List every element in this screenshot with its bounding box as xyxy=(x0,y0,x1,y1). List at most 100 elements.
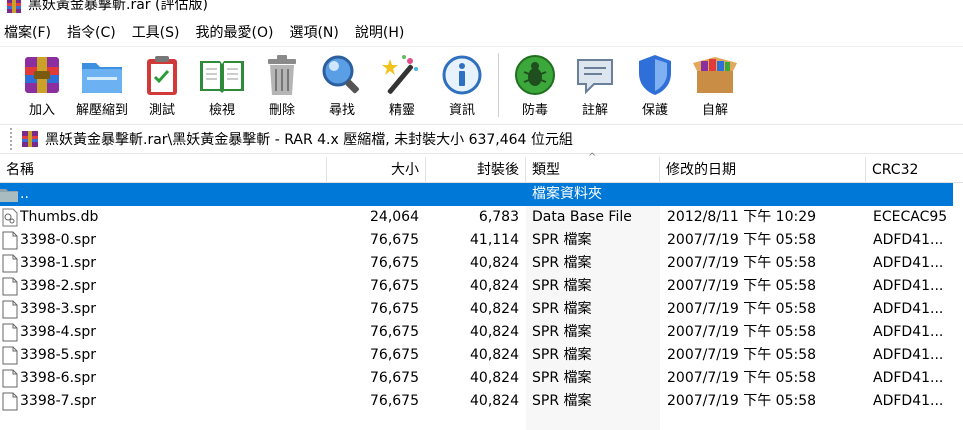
column-header-modified[interactable]: 修改的日期 xyxy=(660,157,866,183)
file-packed: 40,824 xyxy=(470,301,519,317)
test-button[interactable]: 測試 xyxy=(132,47,192,118)
file-icon xyxy=(2,346,18,365)
file-type: SPR 檔案 xyxy=(532,255,592,271)
wizard-button[interactable]: 精靈 xyxy=(372,47,432,118)
file-row[interactable]: 3398-4.spr 76,675 40,824 SPR 檔案 2007/7/19 下午… xyxy=(0,321,963,344)
file-modified: 2007/7/19 下午 05:58 xyxy=(667,347,817,363)
menu-commands[interactable]: 指令(C) xyxy=(61,20,126,46)
folder-icon xyxy=(0,189,18,202)
add-button-label: 加入 xyxy=(28,103,55,118)
file-type: SPR 檔案 xyxy=(532,278,592,294)
file-type: SPR 檔案 xyxy=(532,347,592,363)
menu-bar: 檔案(F) 指令(C) 工具(S) 我的最愛(O) 選項(N) 說明(H) xyxy=(0,20,963,46)
comment-button[interactable]: 註解 xyxy=(565,47,625,118)
rar-archive-icon xyxy=(22,131,38,147)
shield-icon xyxy=(639,55,671,95)
file-packed: 41,114 xyxy=(470,232,519,248)
file-icon xyxy=(2,323,18,342)
file-crc: ADFD41... xyxy=(873,255,944,271)
sfx-button[interactable]: 自解 xyxy=(685,47,745,118)
title-bar: 黑妖黃金暴擊斬.rar (評估版) xyxy=(0,0,963,20)
test-button-label: 測試 xyxy=(148,103,175,118)
column-header-name[interactable]: 名稱 xyxy=(0,157,327,183)
file-modified: 2007/7/19 下午 05:58 xyxy=(667,278,817,294)
file-modified: 2012/8/11 下午 10:29 xyxy=(667,209,817,225)
file-name: 3398-3.spr xyxy=(20,301,96,317)
file-packed: 40,824 xyxy=(470,278,519,294)
file-type: Data Base File xyxy=(532,209,632,225)
file-size: 76,675 xyxy=(370,232,419,248)
file-size: 76,675 xyxy=(370,301,419,317)
file-row[interactable]: Thumbs.db 24,064 6,783 Data Base File 2012/8… xyxy=(0,206,963,229)
file-size: 24,064 xyxy=(370,209,419,225)
file-row[interactable]: 3398-3.spr 76,675 40,824 SPR 檔案 2007/7/19 下午… xyxy=(0,298,963,321)
find-button[interactable]: 尋找 xyxy=(312,47,372,118)
test-clipboard-icon xyxy=(147,56,177,95)
sfx-box-icon xyxy=(693,57,737,93)
file-type: SPR 檔案 xyxy=(532,370,592,386)
file-row[interactable]: 3398-5.spr 76,675 40,824 SPR 檔案 2007/7/19 下午… xyxy=(0,344,963,367)
address-bar-grip[interactable] xyxy=(10,128,13,150)
file-crc: ADFD41... xyxy=(873,232,944,248)
column-header-packed[interactable]: 封裝後 xyxy=(426,157,526,183)
file-name: 3398-5.spr xyxy=(20,347,96,363)
file-size: 76,675 xyxy=(370,347,419,363)
file-packed: 6,783 xyxy=(478,209,519,225)
file-name: Thumbs.db xyxy=(20,209,99,225)
file-row[interactable]: 3398-0.spr 76,675 41,114 SPR 檔案 2007/7/19 下午… xyxy=(0,229,963,252)
menu-tools[interactable]: 工具(S) xyxy=(126,20,190,46)
file-icon xyxy=(2,277,18,296)
menu-favorites[interactable]: 我的最愛(O) xyxy=(190,20,284,46)
add-button[interactable]: 加入 xyxy=(12,47,72,118)
address-bar: 黑妖黃金暴擊斬.rar\黑妖黃金暴擊斬 - RAR 4.x 壓縮檔, 未封裝大小… xyxy=(0,124,963,154)
file-crc: ADFD41... xyxy=(873,370,944,386)
file-icon xyxy=(2,369,18,388)
protect-button[interactable]: 保護 xyxy=(625,47,685,118)
file-name: 3398-4.spr xyxy=(20,324,96,340)
info-button-label: 資訊 xyxy=(448,103,475,118)
delete-button[interactable]: 刪除 xyxy=(252,47,312,118)
file-row[interactable]: 3398-1.spr 76,675 40,824 SPR 檔案 2007/7/19 下午… xyxy=(0,252,963,275)
file-row[interactable]: 3398-7.spr 76,675 40,824 SPR 檔案 2007/7/19 下午… xyxy=(0,390,963,413)
virus-scan-button[interactable]: 防毒 xyxy=(505,47,565,118)
file-packed: 40,824 xyxy=(470,393,519,409)
file-modified: 2007/7/19 下午 05:58 xyxy=(667,232,817,248)
file-packed: 40,824 xyxy=(470,347,519,363)
file-modified: 2007/7/19 下午 05:58 xyxy=(667,324,817,340)
view-button[interactable]: 檢視 xyxy=(192,47,252,118)
file-type: SPR 檔案 xyxy=(532,301,592,317)
file-name: 3398-0.spr xyxy=(20,232,96,248)
magnifier-icon xyxy=(322,55,359,94)
file-type: SPR 檔案 xyxy=(532,232,592,248)
file-row[interactable]: 3398-2.spr 76,675 40,824 SPR 檔案 2007/7/19 下午… xyxy=(0,275,963,298)
file-modified: 2007/7/19 下午 05:58 xyxy=(667,255,817,271)
file-size: 76,675 xyxy=(370,324,419,340)
file-size: 76,675 xyxy=(370,278,419,294)
file-packed: 40,824 xyxy=(470,324,519,340)
info-icon xyxy=(442,55,482,95)
file-crc: ECECAC95 xyxy=(873,209,948,225)
menu-options[interactable]: 選項(N) xyxy=(283,20,348,46)
parent-folder-row[interactable]: .. 檔案資料夾 xyxy=(0,183,953,206)
view-book-icon xyxy=(200,61,244,93)
toolbar: 加入 解壓縮到 測試 檢視 刪除 尋找 精靈 資訊 防毒 註解 保護 自解 xyxy=(0,46,963,122)
file-row[interactable]: 3398-6.spr 76,675 40,824 SPR 檔案 2007/7/19 下午… xyxy=(0,367,963,390)
column-header-crc[interactable]: CRC32 xyxy=(866,157,963,183)
file-size: 76,675 xyxy=(370,255,419,271)
column-header-size[interactable]: 大小 xyxy=(327,157,426,183)
extract-to-button-label: 解壓縮到 xyxy=(75,103,128,118)
menu-help[interactable]: 說明(H) xyxy=(349,20,414,46)
extract-to-button[interactable]: 解壓縮到 xyxy=(72,47,132,118)
info-button[interactable]: 資訊 xyxy=(432,47,492,118)
file-name: 3398-7.spr xyxy=(20,393,96,409)
virus-scan-button-label: 防毒 xyxy=(521,103,548,118)
trash-icon xyxy=(268,55,296,95)
window-title: 黑妖黃金暴擊斬.rar (評估版) xyxy=(28,0,208,13)
comment-icon xyxy=(577,59,613,95)
menu-file[interactable]: 檔案(F) xyxy=(0,20,61,46)
file-crc: ADFD41... xyxy=(873,393,944,409)
file-packed: 40,824 xyxy=(470,255,519,271)
sort-indicator-icon: ^ xyxy=(588,152,597,163)
sfx-button-label: 自解 xyxy=(701,103,728,118)
list-header: 名稱 大小 封裝後 類型 修改的日期 CRC32 ^ xyxy=(0,152,963,183)
